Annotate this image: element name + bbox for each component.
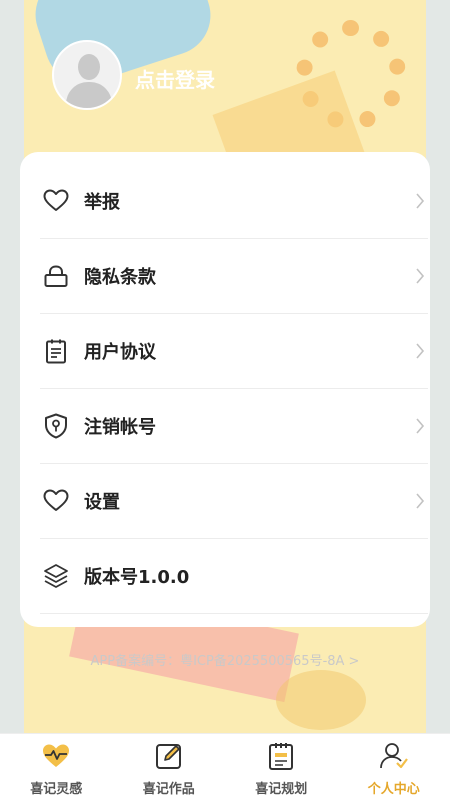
- bottom-nav: 喜记灵感 喜记作品 喜记规划 个人中心: [0, 733, 450, 800]
- menu-item-delete-account[interactable]: 注销帐号: [40, 389, 428, 464]
- tab-planning[interactable]: 喜记规划: [225, 734, 338, 800]
- layers-icon: [42, 562, 70, 590]
- version-label: 版本号1.0.0: [84, 567, 190, 588]
- notepad-icon: [265, 740, 297, 772]
- tab-label: 个人中心: [367, 782, 420, 797]
- tab-label: 喜记规划: [255, 782, 308, 797]
- decor-shape: [276, 670, 366, 730]
- clipboard-icon: [42, 337, 70, 365]
- menu-card: 举报 隐私条款 用户协议 注销帐号 设置 版本号1.0.0: [20, 152, 430, 627]
- chevron-right-icon: [412, 493, 428, 509]
- heartbeat-icon: [40, 740, 72, 772]
- icp-filing-link[interactable]: APP备案编号：粤ICP备2025500565号-8A >: [0, 650, 450, 669]
- chevron-right-icon: [412, 343, 428, 359]
- menu-item-label: 注销帐号: [84, 417, 156, 438]
- tab-label: 喜记作品: [142, 782, 195, 797]
- heart-icon: [42, 187, 70, 215]
- menu-item-report[interactable]: 举报: [40, 164, 428, 239]
- tab-works[interactable]: 喜记作品: [113, 734, 226, 800]
- avatar-placeholder-head: [78, 54, 100, 80]
- menu-item-privacy[interactable]: 隐私条款: [40, 239, 428, 314]
- tab-inspiration[interactable]: 喜记灵感: [0, 734, 113, 800]
- shield-icon: [42, 412, 70, 440]
- chevron-right-icon: [412, 418, 428, 434]
- tab-label: 喜记灵感: [30, 782, 83, 797]
- menu-item-label: 举报: [84, 192, 120, 213]
- login-link[interactable]: 点击登录: [135, 64, 215, 93]
- menu-item-settings[interactable]: 设置: [40, 464, 428, 539]
- heart-icon: [42, 487, 70, 515]
- lock-icon: [42, 262, 70, 290]
- user-icon: [378, 740, 410, 772]
- menu-item-label: 用户协议: [84, 342, 156, 363]
- menu-item-label: 隐私条款: [84, 267, 156, 288]
- menu-item-version: 版本号1.0.0: [40, 539, 428, 614]
- avatar-placeholder-body: [66, 82, 112, 108]
- chevron-right-icon: [412, 193, 428, 209]
- tab-profile[interactable]: 个人中心: [338, 734, 450, 800]
- chevron-right-icon: [412, 268, 428, 284]
- edit-icon: [153, 740, 185, 772]
- avatar[interactable]: [52, 40, 122, 110]
- menu-item-user-agreement[interactable]: 用户协议: [40, 314, 428, 389]
- menu-item-label: 设置: [84, 492, 120, 513]
